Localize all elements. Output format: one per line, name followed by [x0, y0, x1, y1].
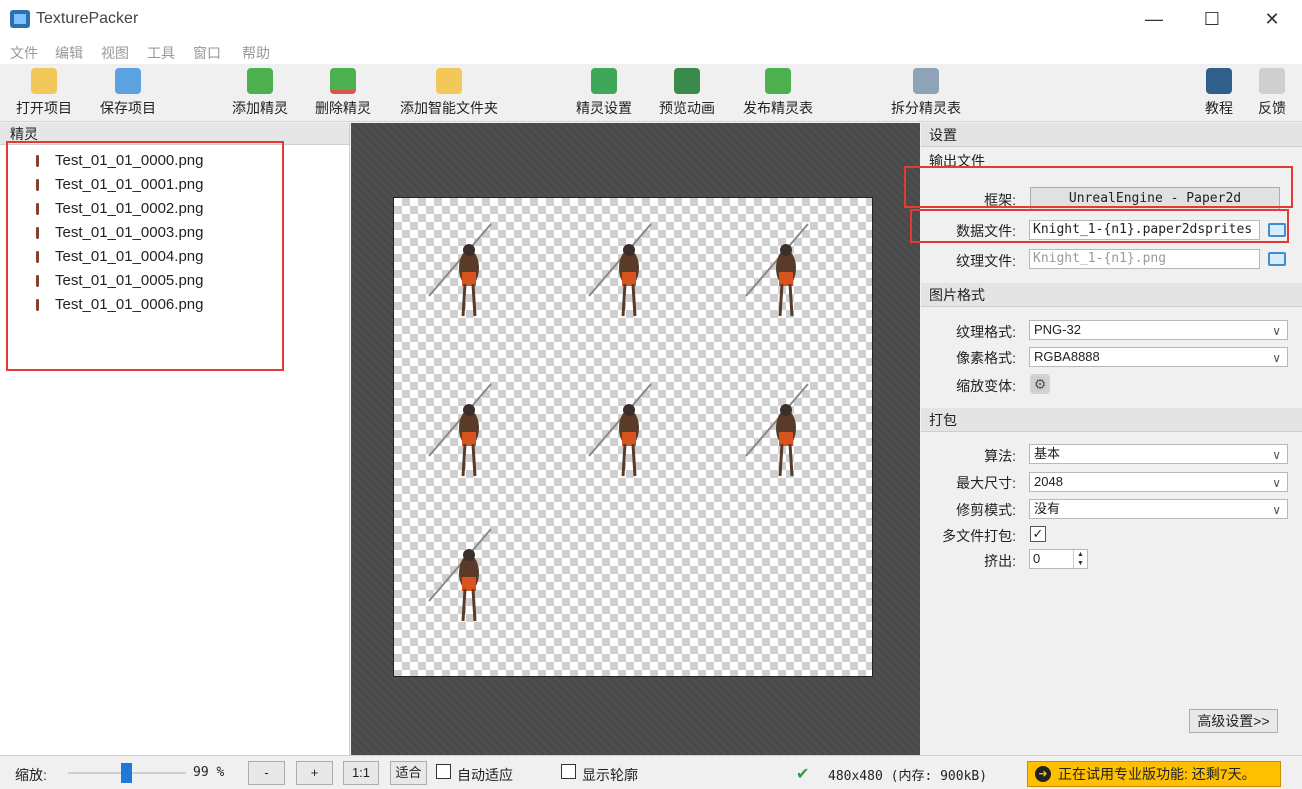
open-project-button[interactable]: 打开项目: [13, 68, 75, 120]
show-outlines-checkbox[interactable]: [561, 764, 576, 779]
settings-panel: 设置 输出文件 框架: UnrealEngine - Paper2d 数据文件:…: [904, 123, 1302, 755]
menu-bar: 文件 编辑 视图 工具 窗口 帮助: [0, 38, 1302, 64]
chevron-down-icon: ∨: [1272, 476, 1281, 490]
image-format-header: 图片格式: [921, 283, 1302, 307]
texture-file-label: 纹理文件:: [956, 253, 1016, 269]
algorithm-label: 算法:: [984, 448, 1016, 464]
extrude-spinbox[interactable]: 0 ▲ ▼: [1029, 549, 1088, 569]
settings-header: 设置: [921, 123, 1302, 147]
sprite-settings-icon: [591, 68, 617, 94]
texture-file-input[interactable]: Knight_1-{n1}.png: [1029, 249, 1260, 269]
packing-header: 打包: [921, 408, 1302, 432]
knight-sprite-image: [428, 223, 492, 317]
zoom-actual-size-button[interactable]: 1:1: [343, 761, 379, 785]
knight-sprite-image: [588, 223, 652, 317]
remove-sprite-icon: [330, 68, 356, 94]
knight-sprite-image: [588, 383, 652, 477]
feedback-button[interactable]: 反馈: [1256, 68, 1288, 120]
knight-sprite-image: [428, 383, 492, 477]
trim-mode-label: 修剪模式:: [956, 502, 1016, 518]
tutorial-button[interactable]: 教程: [1203, 68, 1235, 120]
smart-folder-icon: [436, 68, 462, 94]
zoom-out-button[interactable]: -: [248, 761, 285, 785]
menu-view[interactable]: 视图: [101, 43, 129, 63]
film-icon: [674, 68, 700, 94]
texturepacker-logo-icon: [10, 10, 30, 28]
menu-window[interactable]: 窗口: [193, 43, 221, 63]
chat-bubble-icon: [1259, 68, 1285, 94]
highlight-box-sprites: [6, 141, 284, 371]
sprite-settings-button[interactable]: 精灵设置: [573, 68, 635, 120]
sprites-panel: 精灵 Test_01_01_0000.png Test_01_01_0001.p…: [0, 123, 350, 755]
publish-icon: [765, 68, 791, 94]
scaling-variants-label: 缩放变体:: [956, 378, 1016, 394]
menu-tools[interactable]: 工具: [147, 43, 175, 63]
knight-sprite-image: [428, 528, 492, 622]
highlight-box-framework: [904, 166, 1293, 208]
folder-open-icon: [31, 68, 57, 94]
title-bar: TexturePacker — ☐ ✕: [0, 0, 1302, 38]
menu-help[interactable]: 帮助: [242, 43, 270, 63]
remove-sprite-button[interactable]: 删除精灵: [312, 68, 374, 120]
add-smart-folder-button[interactable]: 添加智能文件夹: [396, 68, 502, 120]
show-outlines-label: 显示轮廓: [582, 767, 638, 783]
multipack-checkbox[interactable]: ✓: [1030, 526, 1046, 542]
pixel-format-select[interactable]: RGBA8888 ∨: [1029, 347, 1288, 367]
add-sprite-icon: [247, 68, 273, 94]
menu-file[interactable]: 文件: [10, 43, 38, 63]
split-sprite-sheet-button[interactable]: 拆分精灵表: [887, 68, 965, 120]
add-sprite-button[interactable]: 添加精灵: [229, 68, 291, 120]
save-project-button[interactable]: 保存项目: [97, 68, 159, 120]
zoom-value: 99 %: [193, 765, 225, 780]
sprite-sheet-canvas[interactable]: [351, 123, 920, 755]
toolbar: 打开项目 保存项目 添加精灵 删除精灵 添加智能文件夹 精灵设置 预览动画 发布…: [0, 64, 1302, 122]
zoom-fit-button[interactable]: 适合: [390, 761, 427, 785]
trial-notice-button[interactable]: ➜ 正在试用专业版功能: 还剩7天。: [1027, 761, 1281, 787]
chevron-down-icon: ∨: [1272, 324, 1281, 338]
chevron-down-icon: ∨: [1272, 448, 1281, 462]
trim-mode-select[interactable]: 没有 ∨: [1029, 499, 1288, 519]
status-bar: 缩放: 99 % - + 1:1 适合 自动适应 显示轮廓 ✔ 480x480 …: [0, 755, 1302, 789]
auto-fit-label: 自动适应: [457, 767, 513, 783]
sprite-sheet-preview: [393, 197, 873, 677]
zoom-in-button[interactable]: +: [296, 761, 333, 785]
minimize-button[interactable]: —: [1140, 6, 1168, 32]
extrude-label: 挤出:: [984, 553, 1016, 569]
publish-sprite-sheet-button[interactable]: 发布精灵表: [739, 68, 817, 120]
spin-arrows-icon[interactable]: ▲ ▼: [1073, 550, 1087, 568]
menu-edit[interactable]: 编辑: [55, 43, 83, 63]
algorithm-select[interactable]: 基本 ∨: [1029, 444, 1288, 464]
checkmark-icon: ✔: [796, 766, 810, 783]
save-icon: [115, 68, 141, 94]
multipack-label: 多文件打包:: [942, 528, 1016, 544]
close-button[interactable]: ✕: [1258, 6, 1286, 32]
chevron-down-icon: ∨: [1272, 351, 1281, 365]
texture-format-select[interactable]: PNG-32 ∨: [1029, 320, 1288, 340]
window-title: TexturePacker: [36, 10, 139, 27]
zoom-label: 缩放:: [15, 767, 47, 783]
max-size-label: 最大尺寸:: [956, 475, 1016, 491]
max-size-select[interactable]: 2048 ∨: [1029, 472, 1288, 492]
auto-fit-checkbox[interactable]: [436, 764, 451, 779]
zoom-slider-thumb[interactable]: [121, 763, 132, 783]
highlight-box-data-file: [910, 209, 1289, 243]
sheet-info: 480x480 (内存: 900kB): [828, 769, 988, 784]
graduation-cap-icon: [1206, 68, 1232, 94]
folder-icon[interactable]: [1268, 252, 1286, 266]
chevron-down-icon: ∨: [1272, 503, 1281, 517]
advanced-settings-button[interactable]: 高级设置>>: [1189, 709, 1278, 733]
pixel-format-label: 像素格式:: [956, 350, 1016, 366]
arrow-right-icon: ➜: [1035, 766, 1051, 782]
knight-sprite-image: [745, 223, 809, 317]
knight-sprite-image: [745, 383, 809, 477]
preview-animation-button[interactable]: 预览动画: [656, 68, 718, 120]
maximize-button[interactable]: ☐: [1198, 6, 1226, 32]
scissors-icon: [913, 68, 939, 94]
texture-format-label: 纹理格式:: [956, 324, 1016, 340]
gear-icon[interactable]: ⚙: [1030, 374, 1050, 394]
